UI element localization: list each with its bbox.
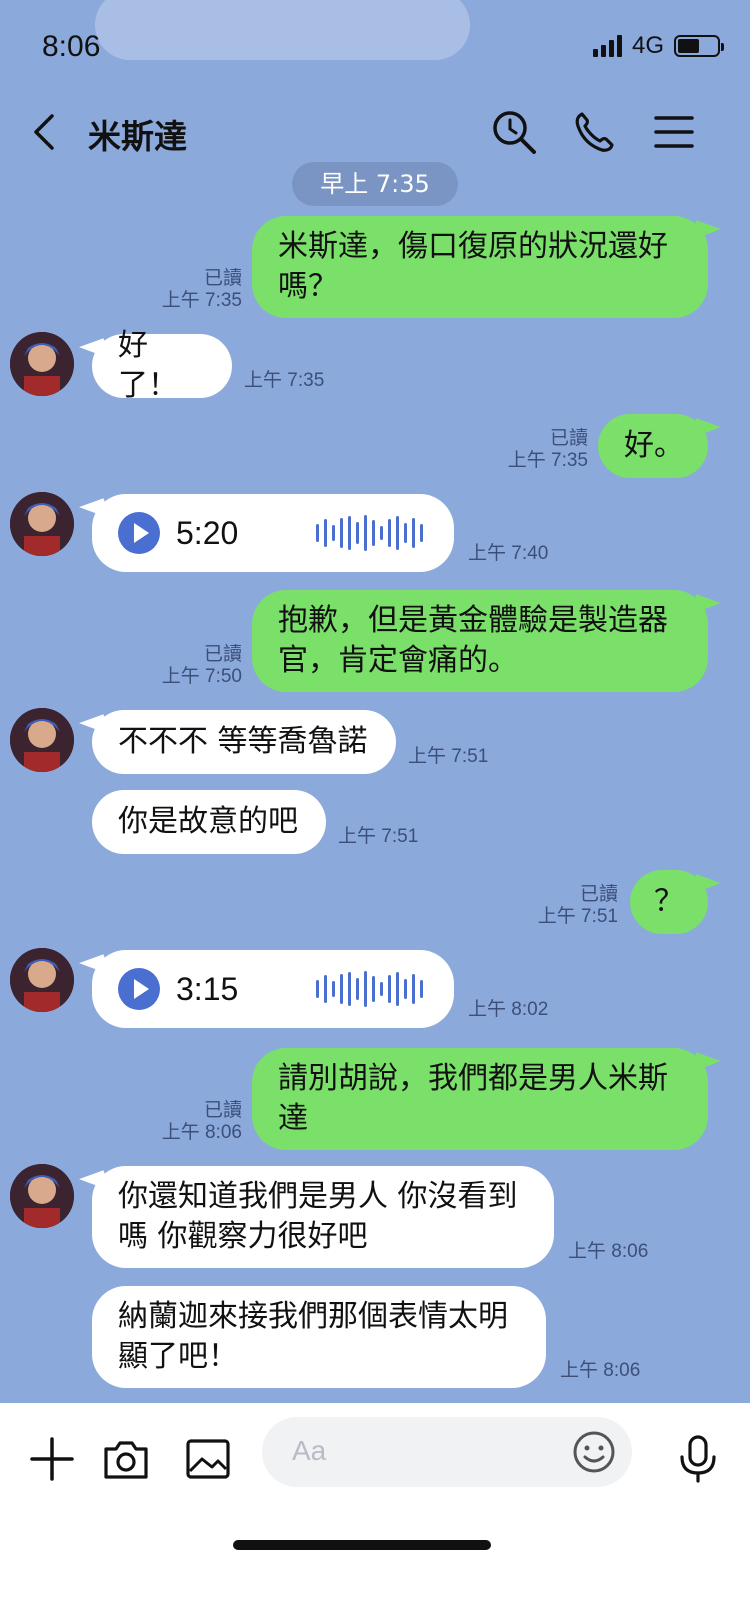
voice-duration: 3:15 xyxy=(176,971,239,1007)
waveform-icon xyxy=(316,969,423,1009)
avatar-image xyxy=(10,1164,74,1228)
voice-message[interactable]: 5:20 xyxy=(92,494,454,572)
message-input[interactable]: Aa xyxy=(262,1417,632,1487)
avatar[interactable] xyxy=(10,708,74,772)
message-time: 上午 8:06 xyxy=(161,1122,242,1143)
outgoing-message[interactable]: ？ xyxy=(630,870,708,934)
message-time: 上午 7:50 xyxy=(161,666,242,687)
battery-fill xyxy=(678,39,699,53)
message-text: 好了！ xyxy=(118,328,178,403)
status-bar: 8:06 4G xyxy=(0,0,750,90)
message-meta: 已讀 上午 8:06 xyxy=(150,1100,242,1144)
message-time: 上午 7:51 xyxy=(537,906,618,927)
read-receipt: 已讀 xyxy=(579,884,618,905)
message-text-line: 納蘭迦來接我們那個表情太明 xyxy=(118,1299,508,1334)
plus-icon[interactable] xyxy=(26,1433,78,1485)
avatar[interactable] xyxy=(10,332,74,396)
incoming-message[interactable]: 你還知道我們是男人 你沒看到 嗎 你觀察力很好吧 xyxy=(92,1166,554,1268)
date-separator: 早上 7:35 xyxy=(292,162,458,206)
message-text-line: 官，肯定會痛的。 xyxy=(278,643,518,678)
phone-icon[interactable] xyxy=(570,108,618,156)
incoming-message[interactable]: 好了！ xyxy=(92,328,232,403)
play-icon[interactable] xyxy=(118,968,160,1010)
avatar-image xyxy=(10,708,74,772)
incoming-message[interactable]: 納蘭迦來接我們那個表情太明 顯了吧！ xyxy=(92,1286,546,1388)
message-text-line: 你還知道我們是男人 你沒看到 xyxy=(118,1179,518,1214)
status-time: 8:06 xyxy=(42,30,101,63)
avatar-image xyxy=(10,332,74,396)
message-time: 上午 8:06 xyxy=(568,1241,649,1262)
emoji-icon[interactable] xyxy=(570,1428,618,1476)
mic-icon[interactable] xyxy=(672,1433,724,1485)
message-time: 上午 7:51 xyxy=(408,746,489,767)
message-text-line: 米斯達，傷口復原的狀況還好 xyxy=(278,229,668,264)
message-text-line: 達 xyxy=(278,1101,308,1136)
incoming-message[interactable]: 你是故意的吧 xyxy=(92,790,326,854)
home-indicator xyxy=(233,1540,491,1550)
search-icon[interactable] xyxy=(490,108,538,156)
message-time: 上午 7:35 xyxy=(244,370,325,391)
message-time: 上午 8:02 xyxy=(468,999,549,1020)
message-text: 你是故意的吧 xyxy=(118,804,298,839)
message-time: 上午 7:51 xyxy=(338,826,419,847)
voice-message[interactable]: 3:15 xyxy=(92,950,454,1028)
avatar-image xyxy=(10,948,74,1012)
message-time: 上午 7:35 xyxy=(161,290,242,311)
camera-icon[interactable] xyxy=(100,1433,152,1485)
read-receipt: 已讀 xyxy=(549,428,588,449)
message-text-line: 請別胡說，我們都是男人米斯 xyxy=(278,1061,668,1096)
voice-duration: 5:20 xyxy=(176,515,239,551)
message-input-placeholder: Aa xyxy=(292,1435,327,1466)
message-text-line: 嗎 你觀察力很好吧 xyxy=(118,1219,368,1254)
read-receipt: 已讀 xyxy=(203,268,242,289)
waveform-icon xyxy=(316,513,423,553)
message-time: 上午 8:06 xyxy=(560,1360,641,1381)
message-text: 好。 xyxy=(624,428,684,463)
message-text-line: 抱歉，但是黃金體驗是製造器 xyxy=(278,603,668,638)
avatar[interactable] xyxy=(10,1164,74,1228)
message-meta: 已讀 上午 7:35 xyxy=(150,268,242,312)
avatar[interactable] xyxy=(10,948,74,1012)
back-icon[interactable] xyxy=(28,110,64,154)
message-meta: 已讀 上午 7:50 xyxy=(150,644,242,688)
network-type: 4G xyxy=(631,32,664,59)
outgoing-message[interactable]: 抱歉，但是黃金體驗是製造器 官，肯定會痛的。 xyxy=(252,590,708,692)
avatar[interactable] xyxy=(10,492,74,556)
avatar-image xyxy=(10,492,74,556)
message-text: ？ xyxy=(654,884,684,919)
message-time: 上午 7:35 xyxy=(507,450,588,471)
read-receipt: 已讀 xyxy=(203,1100,242,1121)
message-meta: 已讀 上午 7:35 xyxy=(496,428,588,472)
message-meta: 已讀 上午 7:51 xyxy=(526,884,618,928)
composer-bar: Aa xyxy=(0,1403,750,1624)
status-indicators: 4G xyxy=(592,32,724,60)
message-time: 上午 7:40 xyxy=(468,543,549,564)
message-text-line: 顯了吧！ xyxy=(118,1339,238,1374)
read-receipt: 已讀 xyxy=(203,644,242,665)
message-text: 不不不 等等喬魯諾 xyxy=(118,724,368,759)
incoming-message[interactable]: 不不不 等等喬魯諾 xyxy=(92,710,396,774)
battery-icon xyxy=(674,35,724,57)
menu-icon[interactable] xyxy=(650,108,698,156)
outgoing-message[interactable]: 好。 xyxy=(598,414,708,478)
outgoing-message[interactable]: 請別胡說，我們都是男人米斯 達 xyxy=(252,1048,708,1150)
play-icon[interactable] xyxy=(118,512,160,554)
signal-icon xyxy=(592,35,622,57)
chat-title: 米斯達 xyxy=(88,117,187,156)
outgoing-message[interactable]: 米斯達，傷口復原的狀況還好 嗎？ xyxy=(252,216,708,318)
image-icon[interactable] xyxy=(182,1433,234,1485)
message-text-line: 嗎？ xyxy=(278,269,338,304)
